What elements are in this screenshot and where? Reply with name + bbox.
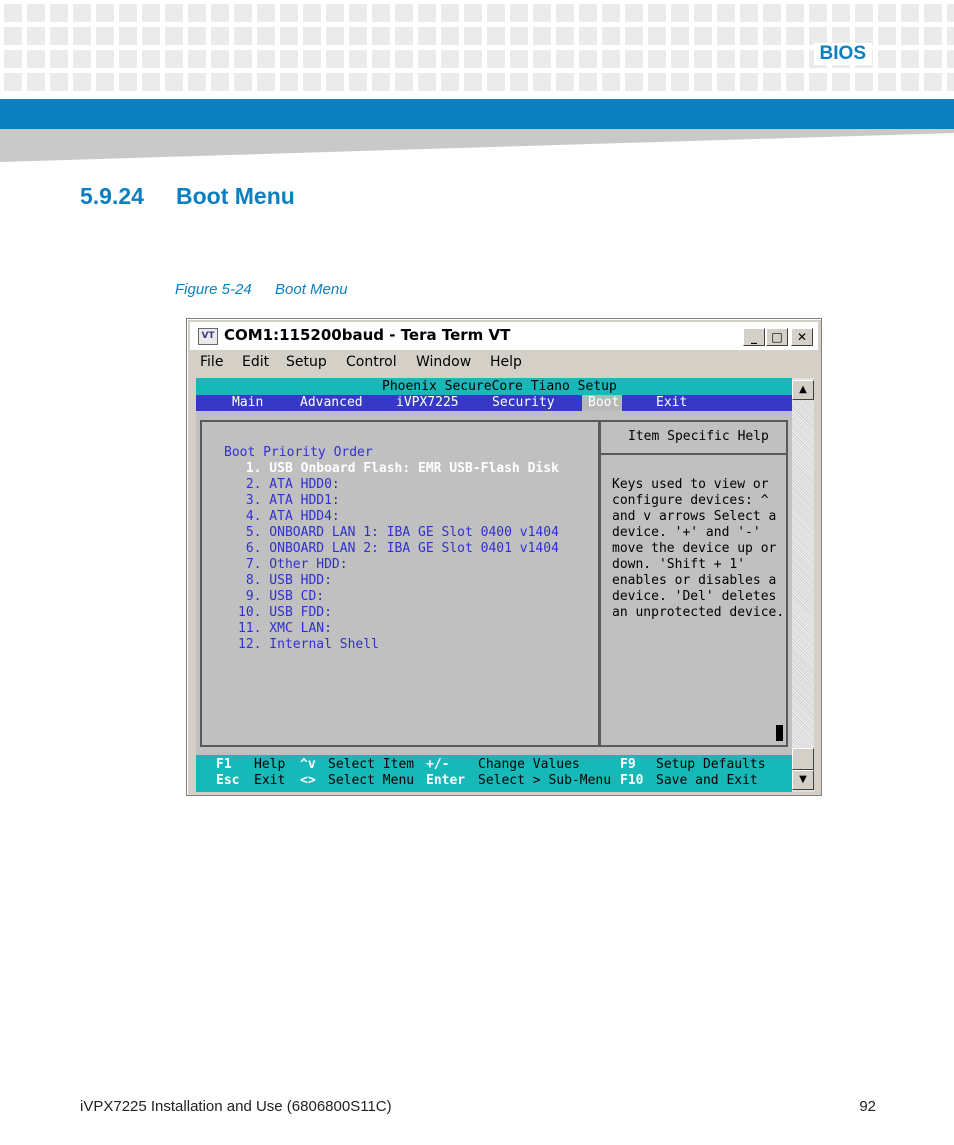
header-swoosh — [0, 129, 954, 162]
help-line: configure devices: ^ — [612, 493, 769, 508]
figure-number: Figure 5-24 — [175, 281, 252, 298]
bios-tab-advanced[interactable]: Advanced — [300, 395, 363, 411]
vertical-scrollbar[interactable]: ▲ ▼ — [792, 378, 814, 792]
key-up-down: ^v — [300, 757, 316, 772]
key-f1-label: Help — [254, 757, 286, 772]
minimize-button[interactable]: _ — [743, 328, 765, 346]
menu-setup[interactable]: Setup — [286, 354, 327, 370]
help-line: down. 'Shift + 1' — [612, 557, 746, 572]
menu-window[interactable]: Window — [416, 354, 471, 370]
window-titlebar[interactable]: VT COM1:115200baud - Tera Term VT _ □ ✕ — [190, 322, 818, 350]
key-enter-label: Select > Sub-Menu — [478, 773, 612, 788]
header-pattern — [0, 0, 954, 96]
boot-item[interactable]: 6. ONBOARD LAN 2: IBA GE Slot 0401 v1404 — [238, 541, 559, 557]
terminal-cursor — [776, 725, 783, 741]
key-plus-minus: +/- — [426, 757, 450, 772]
key-enter: Enter — [426, 773, 466, 788]
help-line: and v arrows Select a — [612, 509, 777, 524]
key-f10-label: Save and Exit — [656, 773, 758, 788]
teraterm-app-icon[interactable]: VT — [198, 328, 218, 345]
bios-tab-security[interactable]: Security — [492, 395, 555, 411]
boot-item[interactable]: 8. USB HDD: — [238, 573, 332, 589]
bios-setup-title: Phoenix SecureCore Tiano Setup — [382, 379, 617, 394]
key-left-right-label: Select Menu — [328, 773, 415, 788]
bios-tab-boot[interactable]: Boot — [588, 395, 619, 411]
figure-caption: Figure 5-24 Boot Menu — [175, 281, 348, 298]
maximize-button[interactable]: □ — [766, 328, 788, 346]
menu-file[interactable]: File — [200, 354, 223, 370]
key-esc-label: Exit — [254, 773, 286, 788]
scrollbar-thumb[interactable] — [792, 748, 814, 770]
key-up-down-label: Select Item — [328, 757, 415, 772]
menu-help[interactable]: Help — [490, 354, 522, 370]
scroll-up-button[interactable]: ▲ — [792, 380, 814, 400]
bios-tab-ivpx7225[interactable]: iVPX7225 — [396, 395, 459, 411]
bios-help-divider — [600, 453, 788, 455]
boot-item[interactable]: 4. ATA HDD4: — [238, 509, 340, 525]
menu-edit[interactable]: Edit — [242, 354, 269, 370]
help-line: enables or disables a — [612, 573, 777, 588]
figure-title: Boot Menu — [275, 281, 348, 298]
footer-document-title: iVPX7225 Installation and Use (6806800S1… — [80, 1098, 392, 1115]
section-number: 5.9.24 — [80, 183, 144, 209]
menu-control[interactable]: Control — [346, 354, 397, 370]
help-panel-title: Item Specific Help — [628, 429, 769, 444]
boot-item[interactable]: 11. XMC LAN: — [238, 621, 332, 637]
boot-priority-heading: Boot Priority Order — [224, 445, 373, 460]
boot-item[interactable]: 12. Internal Shell — [238, 637, 379, 653]
boot-item[interactable]: 7. Other HDD: — [238, 557, 348, 573]
footer-page-number: 92 — [859, 1098, 876, 1115]
help-line: move the device up or — [612, 541, 777, 556]
key-plus-minus-label: Change Values — [478, 757, 580, 772]
key-f9-label: Setup Defaults — [656, 757, 766, 772]
header-section-label: BIOS — [813, 43, 872, 65]
section-title: Boot Menu — [176, 183, 295, 209]
section-heading: 5.9.24 Boot Menu — [80, 183, 295, 210]
close-button[interactable]: ✕ — [791, 328, 813, 346]
help-line: device. '+' and '-' — [612, 525, 761, 540]
key-f10: F10 — [620, 773, 644, 788]
boot-item[interactable]: 10. USB FDD: — [238, 605, 332, 621]
help-line: device. 'Del' deletes — [612, 589, 777, 604]
help-line: an unprotected device. — [612, 605, 785, 620]
key-esc: Esc — [216, 773, 240, 788]
scroll-down-button[interactable]: ▼ — [792, 770, 814, 790]
boot-item-selected[interactable]: 1. USB Onboard Flash: EMR USB-Flash Disk — [238, 461, 559, 477]
key-f9: F9 — [620, 757, 636, 772]
help-line: Keys used to view or — [612, 477, 769, 492]
terminal-screen[interactable]: Phoenix SecureCore Tiano Setup Main Adva… — [196, 378, 792, 792]
key-f1: F1 — [216, 757, 232, 772]
header-blue-bar — [0, 99, 954, 129]
boot-item[interactable]: 3. ATA HDD1: — [238, 493, 340, 509]
window-title: COM1:115200baud - Tera Term VT — [224, 326, 511, 344]
teraterm-window: VT COM1:115200baud - Tera Term VT _ □ ✕ … — [186, 318, 822, 796]
bios-tab-exit[interactable]: Exit — [656, 395, 687, 411]
boot-item[interactable]: 9. USB CD: — [238, 589, 324, 605]
window-menubar: File Edit Setup Control Window Help — [190, 352, 818, 374]
boot-item[interactable]: 5. ONBOARD LAN 1: IBA GE Slot 0400 v1404 — [238, 525, 559, 541]
key-left-right: <> — [300, 773, 316, 788]
bios-tab-main[interactable]: Main — [232, 395, 263, 411]
boot-item[interactable]: 2. ATA HDD0: — [238, 477, 340, 493]
